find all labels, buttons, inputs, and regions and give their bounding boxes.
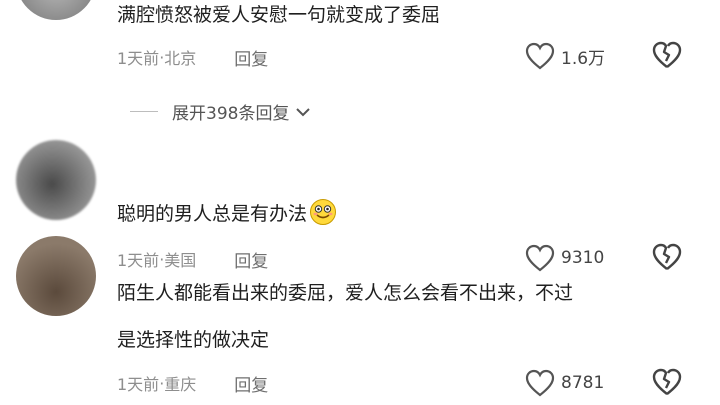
dislike-button[interactable]	[652, 243, 682, 273]
reply-button[interactable]: 回复	[234, 45, 268, 70]
comment-text-line-2: 是选择性的做决定	[117, 329, 270, 351]
like-button[interactable]: 8781	[525, 368, 604, 398]
comment-time: 1天前	[117, 251, 160, 270]
comment-text: 满腔愤怒被爱人安慰一句就变成了委屈	[117, 4, 441, 26]
comment-text: 聪明的男人总是有办法	[117, 197, 337, 232]
comment-location: 美国	[164, 251, 197, 270]
like-count: 8781	[561, 373, 605, 393]
dislike-button[interactable]	[652, 368, 682, 398]
comment-text-content: 聪明的男人总是有办法	[117, 203, 308, 225]
comment-meta: 1天前 · 美国 回复	[117, 247, 268, 272]
reply-button[interactable]: 回复	[234, 247, 268, 272]
comment-time: 1天前	[117, 49, 160, 68]
heart-outline-icon	[525, 42, 555, 70]
commenter-avatar[interactable]	[16, 0, 96, 20]
grinning-face-emoji	[310, 199, 337, 225]
like-button[interactable]: 9310	[525, 243, 604, 273]
comment-meta: 1天前 · 北京 回复	[117, 45, 268, 70]
commenter-avatar[interactable]	[16, 236, 96, 316]
broken-heart-icon	[652, 368, 682, 395]
comment-location: 北京	[164, 49, 197, 68]
comment-text-line-1: 陌生人都能看出来的委屈，爱人怎么会看不出来，不过	[117, 282, 574, 304]
dislike-button[interactable]	[652, 41, 682, 71]
heart-outline-icon	[525, 369, 555, 397]
like-button[interactable]: 1.6万	[525, 41, 605, 71]
broken-heart-icon	[652, 41, 682, 68]
like-count: 1.6万	[561, 48, 606, 69]
commenter-avatar[interactable]	[16, 140, 96, 220]
expand-divider	[130, 111, 158, 112]
comment-location: 重庆	[164, 375, 197, 394]
broken-heart-icon	[652, 243, 682, 270]
expand-replies-button[interactable]: 展开398条回复	[130, 99, 311, 124]
expand-replies-label: 展开398条回复	[172, 104, 290, 124]
like-count: 9310	[561, 248, 605, 268]
chevron-down-icon	[296, 107, 311, 116]
comment-time: 1天前	[117, 375, 160, 394]
reply-button[interactable]: 回复	[234, 371, 268, 396]
heart-outline-icon	[525, 244, 555, 272]
comment-meta: 1天前 · 重庆 回复	[117, 371, 268, 396]
